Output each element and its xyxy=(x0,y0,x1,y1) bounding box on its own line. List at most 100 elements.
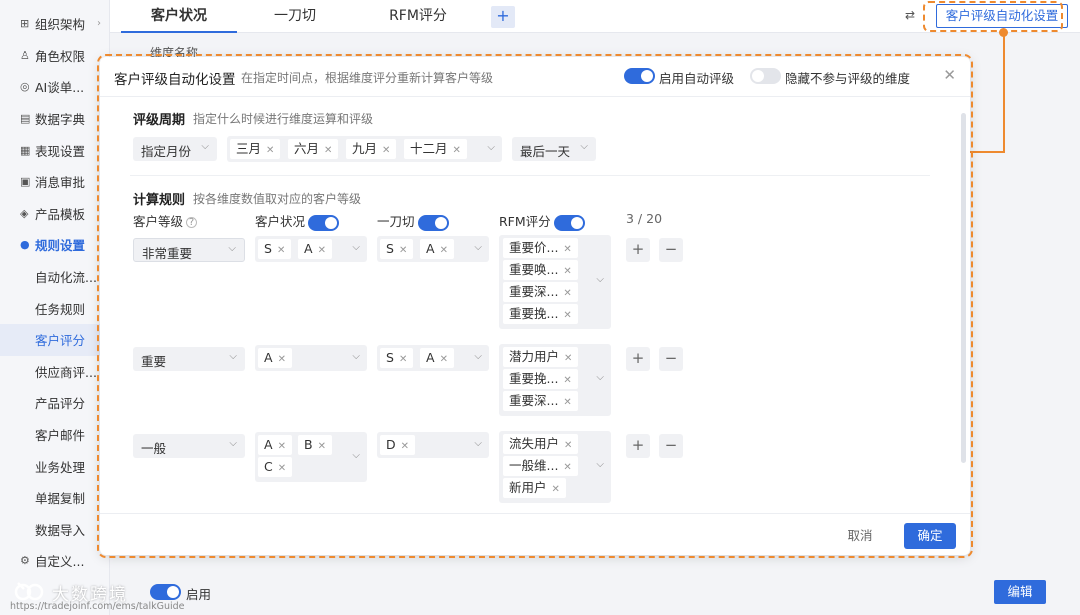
day-select[interactable]: 最后一天 ⌵ xyxy=(512,137,596,161)
tag-close-icon[interactable]: ✕ xyxy=(552,484,560,495)
status-multiselect[interactable]: S ✕ A ✕ ⌵ xyxy=(255,236,367,262)
tag-close-icon[interactable]: ✕ xyxy=(277,245,285,256)
tab-one-cut[interactable]: 一刀切 xyxy=(237,0,353,33)
tag-close-icon[interactable]: ✕ xyxy=(278,441,286,452)
tag-close-icon[interactable]: ✕ xyxy=(563,462,571,473)
close-icon[interactable]: ✕ xyxy=(943,66,956,84)
callout-line xyxy=(970,151,1005,153)
dictionary-icon: ▤ xyxy=(20,112,31,126)
sidebar-item-doc-copy[interactable]: 单据复制 xyxy=(0,482,109,514)
sidebar-item-template[interactable]: ◈ 产品模板 xyxy=(0,198,109,230)
period-mode-select[interactable]: 指定月份 ⌵ xyxy=(133,137,217,161)
cancel-button[interactable]: 取消 xyxy=(836,523,884,549)
tag-close-icon[interactable]: ✕ xyxy=(564,353,572,364)
tag-close-icon[interactable]: ✕ xyxy=(318,441,326,452)
level-select[interactable]: 非常重要 ⌵ xyxy=(133,238,245,262)
confirm-button[interactable]: 确定 xyxy=(904,523,956,549)
sidebar-item-customer-mail[interactable]: 客户邮件 xyxy=(0,419,109,451)
sidebar-item-automation[interactable]: 自动化流... xyxy=(0,261,109,293)
tag-close-icon[interactable]: ✕ xyxy=(399,245,407,256)
hide-dimensions-toggle[interactable] xyxy=(750,68,781,84)
rfm-multiselect[interactable]: 潜力用户 ✕ 重要挽... ✕ 重要深... ✕ ⌵ xyxy=(499,344,611,416)
tag-close-icon[interactable]: ✕ xyxy=(401,441,409,452)
add-rule-button[interactable]: + xyxy=(626,434,650,458)
help-icon[interactable]: ? xyxy=(186,217,198,228)
remove-rule-button[interactable]: − xyxy=(659,238,683,262)
tag-close-icon[interactable]: ✕ xyxy=(382,145,390,156)
chevron-down-icon: ⌵ xyxy=(596,274,604,285)
role-icon: ♙ xyxy=(20,48,30,62)
tag-close-icon[interactable]: ✕ xyxy=(563,375,571,386)
sidebar-item-customer-score[interactable]: 客户评分 xyxy=(0,323,109,356)
rfm-multiselect[interactable]: 重要价... ✕ 重要唤... ✕ 重要深... ✕ 重要挽... ✕ ⌵ xyxy=(499,235,611,329)
tab-rfm[interactable]: RFM评分 xyxy=(353,0,483,33)
sidebar-item-custom[interactable]: ⚙ 自定义... xyxy=(0,545,109,577)
swap-icon[interactable]: ⇄ xyxy=(905,8,915,22)
sidebar-item-import[interactable]: 数据导入 xyxy=(0,514,109,546)
sidebar-item-display[interactable]: ▦ 表现设置 xyxy=(0,134,109,166)
tag-close-icon[interactable]: ✕ xyxy=(440,354,448,365)
tag-close-icon[interactable]: ✕ xyxy=(440,245,448,256)
cut-multiselect[interactable]: S ✕ A ✕ ⌵ xyxy=(377,345,489,371)
enable-label: 启用 xyxy=(186,587,212,602)
tag-close-icon[interactable]: ✕ xyxy=(563,397,571,408)
remove-rule-button[interactable]: − xyxy=(659,347,683,371)
tag-close-icon[interactable]: ✕ xyxy=(324,145,332,156)
cut-dimension-toggle[interactable] xyxy=(417,214,449,231)
status-dimension-toggle[interactable] xyxy=(308,214,340,231)
sidebar-item-org[interactable]: ⊞ 组织架构 › xyxy=(0,8,109,40)
col-status-header: 客户状况 xyxy=(255,211,340,231)
sidebar-item-dictionary[interactable]: ▤ 数据字典 xyxy=(0,103,109,135)
sidebar-item-ai[interactable]: ◎ AI谈单... xyxy=(0,71,109,103)
cut-multiselect[interactable]: D ✕ ⌵ xyxy=(377,432,489,458)
status-multiselect[interactable]: A ✕ ⌵ xyxy=(255,345,367,371)
remove-rule-button[interactable]: − xyxy=(659,434,683,458)
tag-close-icon[interactable]: ✕ xyxy=(563,288,571,299)
status-multiselect[interactable]: A ✕ B ✕ C ✕ ⌵ xyxy=(255,432,367,482)
tag-close-icon[interactable]: ✕ xyxy=(318,245,326,256)
sidebar-item-role[interactable]: ♙ 角色权限 xyxy=(0,40,109,72)
tag-close-icon[interactable]: ✕ xyxy=(563,244,571,255)
section-divider xyxy=(130,175,930,176)
sidebar-item-approval[interactable]: ▣ 消息审批 xyxy=(0,166,109,198)
modal-scrollbar[interactable] xyxy=(961,113,966,463)
rfm-tag: 潜力用户 ✕ xyxy=(503,347,579,367)
tag-close-icon[interactable]: ✕ xyxy=(563,310,571,321)
sidebar-item-task-rules[interactable]: 任务规则 xyxy=(0,292,109,324)
tag-close-icon[interactable]: ✕ xyxy=(399,354,407,365)
add-rule-button[interactable]: + xyxy=(626,238,650,262)
tag-close-icon[interactable]: ✕ xyxy=(278,463,286,474)
sidebar-item-product-score[interactable]: 产品评分 xyxy=(0,387,109,419)
add-rule-button[interactable]: + xyxy=(626,347,650,371)
rfm-tag: 重要唤... ✕ xyxy=(503,260,578,280)
highlight-ring xyxy=(923,1,1063,32)
rfm-dimension-toggle[interactable] xyxy=(553,214,585,231)
tag-close-icon[interactable]: ✕ xyxy=(453,145,461,156)
sidebar-item-rules[interactable]: ● 规则设置 xyxy=(0,229,109,261)
edit-button[interactable]: 编辑 xyxy=(994,580,1046,604)
sidebar-item-label: 消息审批 xyxy=(35,175,86,191)
rfm-tag: 流失用户 ✕ xyxy=(503,434,579,454)
period-desc: 指定什么时候进行维度运算和评级 xyxy=(193,112,374,126)
months-multiselect[interactable]: 三月 ✕ 六月 ✕ 九月 ✕ 十二月 ✕ ⌵ xyxy=(227,136,502,162)
rfm-tag: 新用户 ✕ xyxy=(503,478,566,498)
cut-multiselect[interactable]: S ✕ A ✕ ⌵ xyxy=(377,236,489,262)
sidebar-item-supplier-score[interactable]: 供应商评... xyxy=(0,356,109,388)
sidebar-item-label: 客户邮件 xyxy=(35,428,86,444)
level-select[interactable]: 重要 ⌵ xyxy=(133,347,245,371)
period-title: 评级周期 xyxy=(133,113,186,128)
rfm-multiselect[interactable]: 流失用户 ✕ 一般维... ✕ 新用户 ✕ ⌵ xyxy=(499,431,611,503)
tag-close-icon[interactable]: ✕ xyxy=(563,266,571,277)
tag-close-icon[interactable]: ✕ xyxy=(266,145,274,156)
tab-customer-status[interactable]: 客户状况 xyxy=(121,0,237,33)
level-select[interactable]: 一般 ⌵ xyxy=(133,434,245,458)
tag-close-icon[interactable]: ✕ xyxy=(564,440,572,451)
enable-toggle[interactable] xyxy=(150,584,181,600)
tag-close-icon[interactable]: ✕ xyxy=(278,354,286,365)
rfm-tag: 重要价... ✕ xyxy=(503,238,578,258)
chevron-down-icon: ⌵ xyxy=(352,450,360,461)
chevron-down-icon: ⌵ xyxy=(487,142,495,153)
sidebar-item-business[interactable]: 业务处理 xyxy=(0,450,109,482)
add-tab-button[interactable]: + xyxy=(491,6,515,28)
enable-auto-rating-toggle[interactable] xyxy=(624,68,655,84)
